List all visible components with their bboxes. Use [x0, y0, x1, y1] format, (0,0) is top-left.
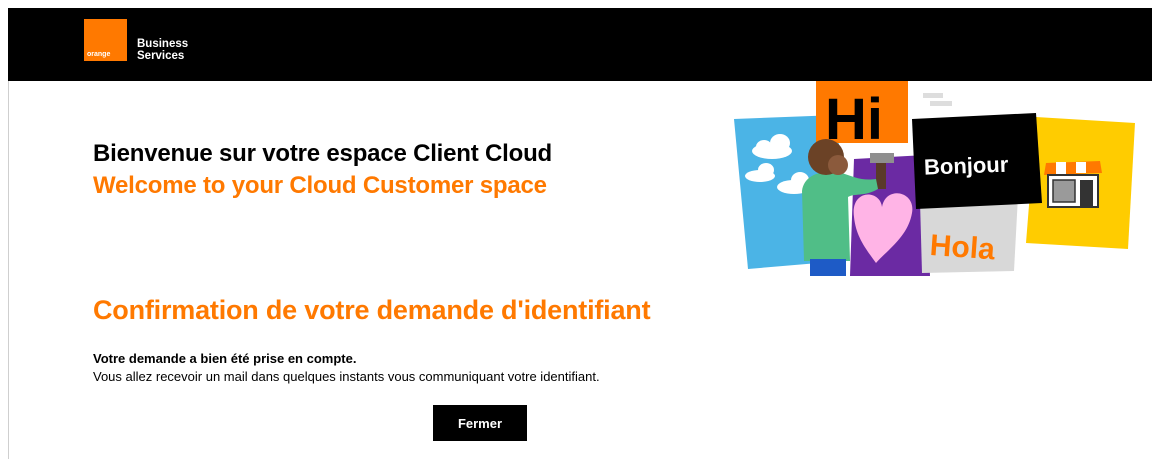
deco-bar	[930, 101, 952, 106]
orange-logo[interactable]: orange	[84, 19, 127, 61]
bonjour-text: Bonjour	[924, 152, 1010, 180]
page: orange Business Services Bienvenue sur v…	[0, 0, 1152, 459]
welcome-title-french: Bienvenue sur votre espace Client Cloud	[93, 140, 552, 167]
confirmation-title: Confirmation de votre demande d'identifi…	[93, 295, 651, 325]
close-button[interactable]: Fermer	[433, 405, 527, 441]
greetings-illustration: Hi Hola Bonjour	[734, 81, 1135, 276]
logo-line-1: Business	[137, 38, 189, 50]
logo-line-2: Services	[137, 50, 185, 62]
left-border-line	[8, 81, 9, 459]
deco-bar	[923, 93, 943, 98]
storefront-icon	[1044, 161, 1102, 208]
logo-small-text: orange	[87, 51, 111, 58]
confirmation-message-bold: Votre demande a bien été prise en compte…	[93, 351, 357, 366]
welcome-title-english: Welcome to your Cloud Customer space	[93, 172, 547, 199]
business-services-label: Business Services	[137, 38, 188, 62]
hola-text: Hola	[929, 229, 996, 266]
confirmation-message: Vous allez recevoir un mail dans quelque…	[93, 369, 600, 384]
